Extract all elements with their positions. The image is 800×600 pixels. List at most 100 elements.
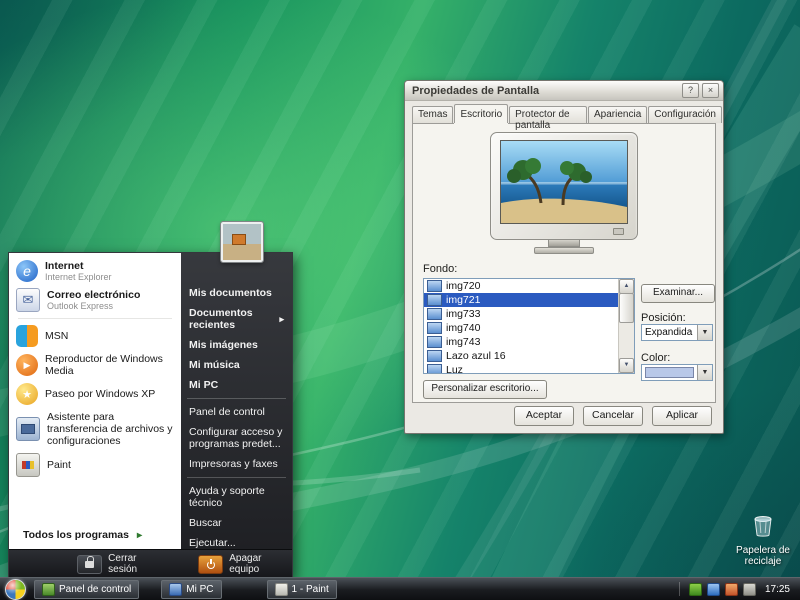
monitor-power-button: [613, 228, 624, 235]
wallpaper-item[interactable]: img720: [424, 279, 619, 293]
transfer-wizard-icon: [16, 417, 40, 441]
start-item-panel-de-control[interactable]: Panel de control: [181, 402, 292, 422]
dialog-title: Propiedades de Pantalla: [412, 85, 679, 97]
log-off-button[interactable]: Cerrar sesión: [77, 553, 166, 575]
paint-icon: [275, 583, 288, 596]
start-item-asistente-transferencia[interactable]: Asistente para transferencia de archivos…: [9, 408, 181, 450]
network-icon[interactable]: [707, 583, 720, 596]
tab-configuracion[interactable]: Configuración: [648, 106, 722, 123]
position-dropdown[interactable]: Expandida ▼: [641, 324, 713, 341]
browse-button[interactable]: Examinar...: [641, 284, 715, 303]
monitor-graphic: [490, 132, 638, 240]
wallpaper-item-selected[interactable]: img721: [424, 293, 619, 307]
start-item-correo[interactable]: Correo electrónico Outlook Express: [9, 285, 181, 315]
all-programs-button[interactable]: Todos los programas ▸: [9, 522, 181, 547]
display-properties-dialog: Propiedades de Pantalla ? × Temas Escrit…: [404, 80, 724, 434]
wallpaper-item[interactable]: Luz: [424, 363, 619, 374]
tab-escritorio[interactable]: Escritorio: [454, 104, 508, 123]
close-icon[interactable]: ×: [702, 83, 719, 98]
taskbar: Panel de control Mi PC 1 - Paint 17:25: [0, 577, 800, 600]
tab-temas[interactable]: Temas: [412, 106, 453, 123]
start-menu-footer: Cerrar sesión Apagar equipo: [9, 549, 292, 578]
recycle-bin[interactable]: Papelera de reciclaje: [731, 514, 795, 567]
start-item-paseo-xp[interactable]: Paseo por Windows XP: [9, 380, 181, 408]
start-item-internet[interactable]: Internet Internet Explorer: [9, 257, 181, 285]
start-item-impresoras-faxes[interactable]: Impresoras y faxes: [181, 454, 292, 474]
arrow-right-icon: ▸: [137, 530, 142, 541]
scroll-down-icon[interactable]: ▼: [619, 358, 634, 373]
start-item-mis-imagenes[interactable]: Mis imágenes: [181, 335, 292, 355]
dialog-titlebar[interactable]: Propiedades de Pantalla ? ×: [405, 81, 723, 101]
cancel-button[interactable]: Cancelar: [583, 406, 643, 426]
tab-protector-de-pantalla[interactable]: Protector de pantalla: [509, 106, 587, 123]
image-file-icon: [427, 336, 442, 348]
recycle-bin-icon: [752, 514, 774, 538]
start-item-documentos-recientes[interactable]: ▸ Documentos recientes: [181, 303, 292, 335]
help-icon[interactable]: ?: [682, 83, 699, 98]
image-file-icon: [427, 322, 442, 334]
start-item-ayuda-soporte[interactable]: Ayuda y soporte técnico: [181, 481, 292, 513]
paint-icon: [16, 453, 40, 477]
start-menu-places-list: Mis documentos ▸ Documentos recientes Mi…: [181, 253, 292, 549]
position-value: Expandida: [642, 327, 697, 338]
wallpaper-item[interactable]: img740: [424, 321, 619, 335]
start-item-configurar-acceso[interactable]: Configurar acceso y programas predet...: [181, 422, 292, 454]
monitor-base: [534, 247, 594, 254]
separator: [18, 318, 172, 319]
separator: [187, 398, 286, 399]
color-swatch: [645, 367, 694, 378]
separator: [187, 477, 286, 478]
start-menu: Internet Internet Explorer Correo electr…: [8, 252, 293, 579]
messenger-icon[interactable]: [725, 583, 738, 596]
wallpaper-list[interactable]: img720 img721 img733 img740 img743: [423, 278, 635, 374]
taskbar-tasks: Panel de control Mi PC 1 - Paint: [34, 578, 337, 600]
shut-down-button[interactable]: Apagar equipo: [198, 553, 292, 575]
beach-preview-image: [501, 141, 627, 223]
wallpaper-item[interactable]: img733: [424, 307, 619, 321]
taskbar-task-mi-pc[interactable]: Mi PC: [161, 580, 221, 599]
recycle-bin-label: Papelera de reciclaje: [731, 545, 795, 567]
customize-desktop-button[interactable]: Personalizar escritorio...: [423, 380, 547, 399]
start-item-ejecutar[interactable]: Ejecutar...: [181, 533, 292, 549]
msn-icon: [16, 325, 38, 347]
email-icon: [16, 288, 40, 312]
apply-button[interactable]: Aplicar: [652, 406, 712, 426]
taskbar-task-paint[interactable]: 1 - Paint: [267, 580, 337, 599]
start-item-mis-documentos[interactable]: Mis documentos: [181, 283, 292, 303]
security-shield-icon[interactable]: [689, 583, 702, 596]
arrow-right-icon: ▸: [279, 313, 284, 325]
dialog-tabs: Temas Escritorio Protector de pantalla A…: [412, 106, 723, 123]
ok-button[interactable]: Aceptar: [514, 406, 574, 426]
color-dropdown[interactable]: ▼: [641, 364, 713, 381]
monitor-screen-preview: [500, 140, 628, 224]
clock[interactable]: 17:25: [765, 584, 790, 595]
chevron-down-icon[interactable]: ▼: [697, 325, 712, 340]
tab-apariencia[interactable]: Apariencia: [588, 106, 647, 123]
wallpaper-item[interactable]: img743: [424, 335, 619, 349]
taskbar-task-panel-de-control[interactable]: Panel de control: [34, 580, 139, 599]
color-label: Color:: [641, 352, 670, 364]
start-item-msn[interactable]: MSN: [9, 322, 181, 350]
wallpaper-item[interactable]: Lazo azul 16: [424, 349, 619, 363]
start-item-buscar[interactable]: Buscar: [181, 513, 292, 533]
scroll-up-icon[interactable]: ▲: [619, 279, 634, 294]
start-item-mi-musica[interactable]: Mi música: [181, 355, 292, 375]
chevron-down-icon[interactable]: ▼: [697, 365, 712, 380]
windows-tour-icon: [16, 383, 38, 405]
system-tray: 17:25: [669, 578, 800, 600]
start-item-paint[interactable]: Paint: [9, 450, 181, 480]
scrollbar-thumb[interactable]: [619, 293, 634, 323]
image-file-icon: [427, 350, 442, 362]
monitor-stand: [548, 240, 580, 247]
volume-icon[interactable]: [743, 583, 756, 596]
start-button[interactable]: [5, 579, 26, 600]
start-menu-pinned-list: Internet Internet Explorer Correo electr…: [9, 253, 181, 549]
tab-page-escritorio: Fondo: img720 img721 img733 img740: [412, 123, 716, 403]
start-item-windows-media[interactable]: Reproductor de Windows Media: [9, 350, 181, 380]
scrollbar[interactable]: ▲ ▼: [618, 279, 634, 373]
background-label: Fondo:: [423, 263, 457, 275]
internet-explorer-icon: [16, 260, 38, 282]
image-file-icon: [427, 364, 442, 374]
start-item-mi-pc[interactable]: Mi PC: [181, 375, 292, 395]
image-file-icon: [427, 280, 442, 292]
